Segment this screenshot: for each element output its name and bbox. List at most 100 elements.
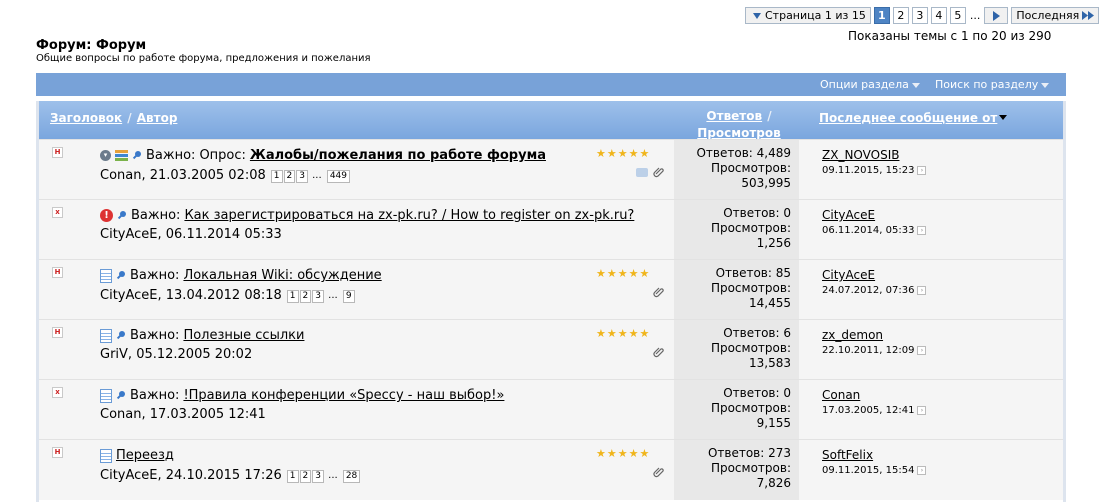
header-separator: / — [767, 109, 772, 123]
thread-status-icon: H — [52, 267, 63, 278]
thread-page-link[interactable]: 2 — [283, 170, 296, 183]
thread-author-line: Conan, 17.03.2005 12:41 — [100, 407, 266, 422]
views-label: Просмотров: — [710, 281, 791, 295]
sticky-prefix: Важно: — [131, 208, 181, 223]
last-post-info: ZX_NOVOSIB 09.11.2015, 15:23 › — [822, 148, 927, 178]
go-to-last-post-icon[interactable]: › — [917, 286, 927, 295]
thread-last-page-link[interactable]: 28 — [342, 470, 361, 483]
thread-title-link[interactable]: Переезд — [116, 448, 174, 463]
page-2-button[interactable]: 2 — [892, 7, 909, 24]
thread-page-link[interactable]: 1 — [286, 470, 299, 483]
caret-down-icon — [911, 82, 920, 88]
thread-status-icon: x — [52, 387, 63, 398]
poll-prefix: Опрос: — [199, 148, 246, 163]
thread-title-link[interactable]: Локальная Wiki: обсуждение — [183, 268, 381, 283]
pin-icon — [116, 270, 126, 281]
last-page-button[interactable]: Последняя — [1011, 7, 1100, 24]
pin-icon — [116, 390, 126, 401]
thread-title-line: Важно: Локальная Wiki: обсуждение — [100, 268, 382, 283]
last-post-date-line: 24.07.2012, 07:36 › — [822, 283, 927, 298]
last-post-user-link[interactable]: SoftFelix — [822, 448, 873, 462]
thread-stats: Ответов: 0 Просмотров: 9,155 — [711, 386, 791, 431]
last-post-user-link[interactable]: zx_demon — [822, 328, 883, 342]
sort-by-last-post-link[interactable]: Последнее сообщение от — [819, 111, 997, 125]
go-to-last-post-icon[interactable]: › — [917, 166, 927, 175]
last-post-info: CityAceE 24.07.2012, 07:36 › — [822, 268, 927, 298]
last-post-date: 17.03.2005, 12:41 — [822, 405, 915, 416]
last-post-date-line: 06.11.2014, 05:33 › — [822, 223, 927, 238]
page-count-dropdown[interactable]: Страница 1 из 15 — [745, 7, 871, 24]
replies-count: Ответов: 4,489 — [696, 146, 791, 160]
views-label: Просмотров: — [710, 161, 791, 175]
go-to-last-post-icon[interactable]: › — [917, 466, 927, 475]
views-label: Просмотров: — [710, 461, 791, 475]
last-post-user-link[interactable]: CityAceE — [822, 208, 875, 222]
sort-desc-icon — [999, 115, 1008, 120]
thread-author-date: Conan, 21.03.2005 02:08 — [100, 167, 266, 183]
pagination: Страница 1 из 15 1 2 3 4 5 ... Последняя — [745, 7, 1100, 24]
table-row: x Важно: !Правила конференции «Speccy - … — [39, 379, 1063, 440]
page-1-button[interactable]: 1 — [873, 7, 890, 24]
document-icon — [100, 388, 112, 403]
last-post-user-link[interactable]: ZX_NOVOSIB — [822, 148, 899, 162]
thread-page-links: 123 ... 449 — [270, 167, 350, 183]
thread-page-links: 123 ... 28 — [286, 467, 361, 483]
thread-title-link[interactable]: Жалобы/пожелания по работе форума — [250, 148, 546, 163]
last-post-cell: SoftFelix 09.11.2015, 15:54 › — [799, 440, 1063, 500]
rating-stars: ★★★★★ — [596, 327, 651, 340]
caret-down-icon — [753, 12, 761, 19]
sort-by-author-link[interactable]: Автор — [137, 111, 178, 125]
thread-main-cell: H Важно: Полезные ссылки GriV, 05.12.200… — [39, 320, 674, 380]
threads-shown-text: Показаны темы с 1 по 20 из 290 — [848, 29, 1052, 43]
last-post-user-link[interactable]: CityAceE — [822, 268, 875, 282]
table-row: H ▾ Важно: Опрос: Жалобы/пожелания по ра… — [39, 139, 1063, 200]
last-post-date-line: 17.03.2005, 12:41 › — [822, 403, 927, 418]
thread-last-page-link[interactable]: 9 — [342, 290, 355, 303]
forum-description: Общие вопросы по работе форума, предложе… — [36, 53, 371, 64]
thread-page-link[interactable]: 2 — [299, 290, 312, 303]
attachment-paperclip-icon — [653, 167, 664, 178]
last-post-user-link[interactable]: Conan — [822, 388, 860, 402]
last-page-label: Последняя — [1016, 9, 1080, 22]
thread-title-link[interactable]: Полезные ссылки — [183, 328, 304, 343]
thread-page-link[interactable]: 1 — [286, 290, 299, 303]
thread-title-line: Важно: Полезные ссылки — [100, 328, 304, 343]
thread-title-link[interactable]: !Правила конференции «Speccy - наш выбор… — [183, 388, 504, 403]
sort-by-views-link[interactable]: Просмотров — [697, 126, 780, 140]
search-section-menu[interactable]: Поиск по разделу — [935, 78, 1050, 91]
thread-page-link[interactable]: 1 — [270, 170, 283, 183]
sticky-prefix: Важно: — [130, 268, 180, 283]
thread-last-page-link[interactable]: 449 — [326, 170, 350, 183]
thread-page-link[interactable]: 3 — [296, 170, 308, 183]
next-page-button[interactable] — [984, 7, 1009, 24]
views-count: 13,583 — [749, 356, 791, 370]
go-to-last-post-icon[interactable]: › — [917, 406, 927, 415]
page-4-button[interactable]: 4 — [930, 7, 947, 24]
last-post-cell: Conan 17.03.2005, 12:41 › — [799, 380, 1063, 440]
last-post-date-line: 22.10.2011, 12:09 › — [822, 343, 927, 358]
thread-title-line: Переезд — [100, 448, 174, 463]
important-icon: ! — [100, 209, 113, 222]
page-3-button[interactable]: 3 — [911, 7, 928, 24]
poll-icon — [115, 149, 128, 162]
thread-status-icon: H — [52, 447, 63, 458]
thread-page-link[interactable]: 3 — [312, 290, 324, 303]
thread-title-link[interactable]: Как зарегистрироваться на zx-pk.ru? / Ho… — [184, 208, 634, 223]
go-to-last-post-icon[interactable]: › — [917, 226, 927, 235]
sort-by-title-link[interactable]: Заголовок — [50, 111, 122, 125]
thread-page-link[interactable]: 2 — [299, 470, 312, 483]
rating-stars: ★★★★★ — [596, 447, 651, 460]
thread-author-date: Conan, 17.03.2005 12:41 — [100, 407, 266, 422]
thread-author-date: CityAceE, 24.10.2015 17:26 — [100, 467, 282, 483]
sort-by-replies-link[interactable]: Ответов — [706, 109, 762, 123]
last-post-date: 24.07.2012, 07:36 — [822, 285, 915, 296]
page-5-button[interactable]: 5 — [949, 7, 966, 24]
thread-page-links: 123 ... 9 — [286, 287, 355, 303]
go-to-last-post-icon[interactable]: › — [917, 346, 927, 355]
page-title: Форум: Форум — [36, 38, 147, 53]
table-row: x ! Важно: Как зарегистрироваться на zx-… — [39, 199, 1063, 260]
section-options-menu[interactable]: Опции раздела — [820, 78, 920, 91]
thread-status-icon: H — [52, 327, 63, 338]
thread-page-link[interactable]: 3 — [312, 470, 324, 483]
thread-author-line: CityAceE, 06.11.2014 05:33 — [100, 227, 282, 242]
